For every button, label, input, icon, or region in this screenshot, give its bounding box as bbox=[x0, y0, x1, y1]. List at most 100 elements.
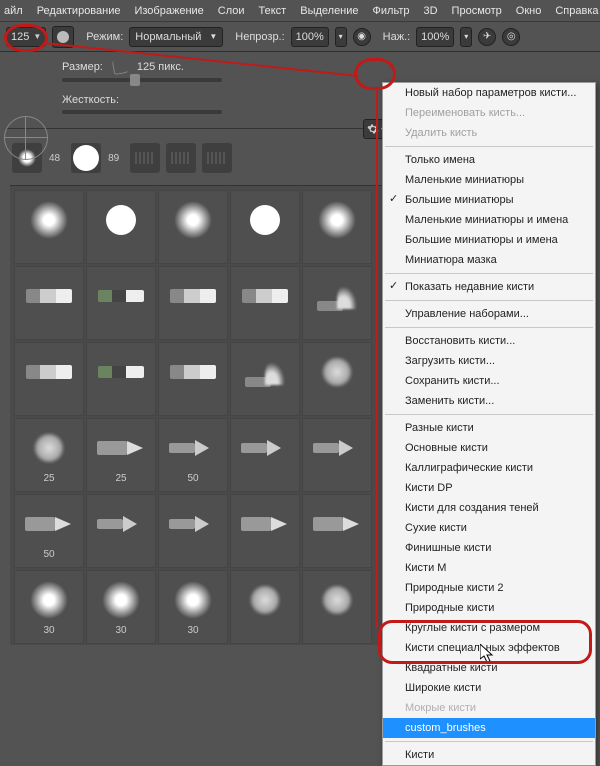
tablet-opacity-icon[interactable]: ◉ bbox=[353, 28, 371, 46]
brush-preset-cell[interactable] bbox=[14, 190, 84, 264]
menu-item[interactable]: Кисти DP bbox=[383, 478, 595, 498]
menu-item[interactable]: Широкие кисти bbox=[383, 678, 595, 698]
menu-item[interactable]: Загрузить кисти... bbox=[383, 351, 595, 371]
blend-mode-select[interactable]: Нормальный ▼ bbox=[129, 27, 223, 47]
size-slider[interactable] bbox=[62, 78, 222, 82]
menu-select[interactable]: Выделение bbox=[300, 5, 358, 17]
menu-3d[interactable]: 3D bbox=[423, 5, 437, 17]
menu-item[interactable]: Разные кисти bbox=[383, 418, 595, 438]
menu-filter[interactable]: Фильтр bbox=[373, 5, 410, 17]
menu-item[interactable]: Сухие кисти bbox=[383, 518, 595, 538]
reset-size-icon[interactable] bbox=[112, 59, 128, 75]
menu-window[interactable]: Окно bbox=[516, 5, 542, 17]
menu-item[interactable]: Восстановить кисти... bbox=[383, 331, 595, 351]
brush-preset-cell[interactable] bbox=[158, 342, 228, 416]
recent-brush-item[interactable] bbox=[202, 143, 232, 173]
brush-preset-cell[interactable] bbox=[158, 190, 228, 264]
brush-shape-icon bbox=[98, 366, 144, 378]
brush-preset-cell[interactable] bbox=[86, 190, 156, 264]
brush-shape-icon bbox=[97, 516, 145, 532]
brush-preset-cell[interactable] bbox=[302, 266, 372, 340]
menu-item[interactable]: Большие миниатюры и имена bbox=[383, 230, 595, 250]
airbrush-icon[interactable]: ✈ bbox=[478, 28, 496, 46]
brush-preset-cell[interactable] bbox=[86, 342, 156, 416]
menu-item[interactable]: Показать недавние кисти bbox=[383, 277, 595, 297]
menu-item[interactable]: Основные кисти bbox=[383, 438, 595, 458]
brush-preset-cell[interactable] bbox=[302, 190, 372, 264]
menu-item[interactable]: Сохранить кисти... bbox=[383, 371, 595, 391]
menu-image[interactable]: Изображение bbox=[134, 5, 203, 17]
menu-item[interactable]: custom_brushes bbox=[383, 718, 595, 738]
brush-preset-cell[interactable]: 25 bbox=[86, 418, 156, 492]
menu-item[interactable]: Кисти bbox=[383, 745, 595, 765]
brush-shape-icon bbox=[313, 517, 361, 531]
brush-size-control[interactable]: 125 ▼ bbox=[6, 27, 46, 47]
menu-file[interactable]: айл bbox=[4, 5, 23, 17]
brush-angle-control[interactable] bbox=[4, 116, 48, 160]
brush-shape-icon bbox=[106, 205, 136, 235]
brush-preset-cell[interactable] bbox=[230, 570, 300, 644]
menu-item[interactable]: Каллиграфические кисти bbox=[383, 458, 595, 478]
menu-item[interactable]: Мокрые кисти bbox=[383, 698, 595, 718]
menu-item[interactable]: Природные кисти 2 bbox=[383, 578, 595, 598]
slider-thumb[interactable] bbox=[130, 74, 140, 86]
hardness-slider[interactable] bbox=[62, 110, 222, 114]
brush-preset-cell[interactable] bbox=[302, 418, 372, 492]
brush-shape-icon bbox=[97, 441, 145, 455]
brush-preset-cell[interactable] bbox=[158, 494, 228, 568]
brush-preset-cell[interactable] bbox=[302, 570, 372, 644]
brush-preset-cell[interactable] bbox=[14, 342, 84, 416]
brush-preset-cell[interactable] bbox=[230, 342, 300, 416]
menu-item[interactable]: Миниатюра мазка bbox=[383, 250, 595, 270]
brush-preset-cell[interactable] bbox=[302, 494, 372, 568]
recent-brush-item[interactable] bbox=[130, 143, 160, 173]
flow-field[interactable]: 100% bbox=[416, 27, 454, 47]
tablet-size-icon[interactable]: ◎ bbox=[502, 28, 520, 46]
brush-preset-cell[interactable] bbox=[86, 266, 156, 340]
brush-preset-cell[interactable]: 50 bbox=[158, 418, 228, 492]
menu-help[interactable]: Справка bbox=[555, 5, 598, 17]
brush-size-number: 25 bbox=[115, 473, 126, 484]
menu-edit[interactable]: Редактирование bbox=[37, 5, 121, 17]
brush-preset-cell[interactable] bbox=[86, 494, 156, 568]
brush-preset-cell[interactable] bbox=[14, 266, 84, 340]
menu-view[interactable]: Просмотр bbox=[452, 5, 502, 17]
menu-item[interactable]: Маленькие миниатюры bbox=[383, 170, 595, 190]
brush-size-number: 30 bbox=[115, 625, 126, 636]
menu-item[interactable]: Кисти для создания теней bbox=[383, 498, 595, 518]
brush-preset-cell[interactable] bbox=[230, 190, 300, 264]
menu-item[interactable]: Кисти M bbox=[383, 558, 595, 578]
menu-item[interactable]: Большие миниатюры bbox=[383, 190, 595, 210]
opacity-arrow-button[interactable]: ▾ bbox=[335, 27, 347, 47]
brush-shape-icon bbox=[26, 365, 72, 379]
brush-preset-cell[interactable]: 30 bbox=[158, 570, 228, 644]
brush-preset-cell[interactable] bbox=[230, 266, 300, 340]
menu-item[interactable]: Круглые кисти с размером bbox=[383, 618, 595, 638]
main-menubar[interactable]: айл Редактирование Изображение Слои Текс… bbox=[0, 0, 600, 22]
brush-shape-icon bbox=[174, 581, 212, 619]
menu-item[interactable]: Только имена bbox=[383, 150, 595, 170]
recent-brush-item[interactable] bbox=[71, 143, 101, 173]
menu-item: Удалить кисть bbox=[383, 123, 595, 143]
recent-brush-item[interactable] bbox=[166, 143, 196, 173]
menu-text[interactable]: Текст bbox=[259, 5, 287, 17]
brush-preset-cell[interactable] bbox=[230, 494, 300, 568]
brush-preset-cell[interactable]: 50 bbox=[14, 494, 84, 568]
brush-preset-cell[interactable] bbox=[158, 266, 228, 340]
brush-preset-cell[interactable] bbox=[302, 342, 372, 416]
brush-preset-cell[interactable]: 30 bbox=[86, 570, 156, 644]
menu-item[interactable]: Управление наборами... bbox=[383, 304, 595, 324]
menu-item[interactable]: Заменить кисти... bbox=[383, 391, 595, 411]
menu-item[interactable]: Природные кисти bbox=[383, 598, 595, 618]
menu-item[interactable]: Новый набор параметров кисти... bbox=[383, 83, 595, 103]
menu-item[interactable]: Маленькие миниатюры и имена bbox=[383, 210, 595, 230]
flow-arrow-button[interactable]: ▾ bbox=[460, 27, 472, 47]
brush-size-number: 50 bbox=[187, 473, 198, 484]
opacity-field[interactable]: 100% bbox=[291, 27, 329, 47]
brush-preset-cell[interactable]: 30 bbox=[14, 570, 84, 644]
brush-preset-cell[interactable]: 25 bbox=[14, 418, 84, 492]
brush-preview-button[interactable] bbox=[52, 26, 74, 48]
menu-item[interactable]: Финишные кисти bbox=[383, 538, 595, 558]
menu-layers[interactable]: Слои bbox=[218, 5, 245, 17]
brush-preset-cell[interactable] bbox=[230, 418, 300, 492]
